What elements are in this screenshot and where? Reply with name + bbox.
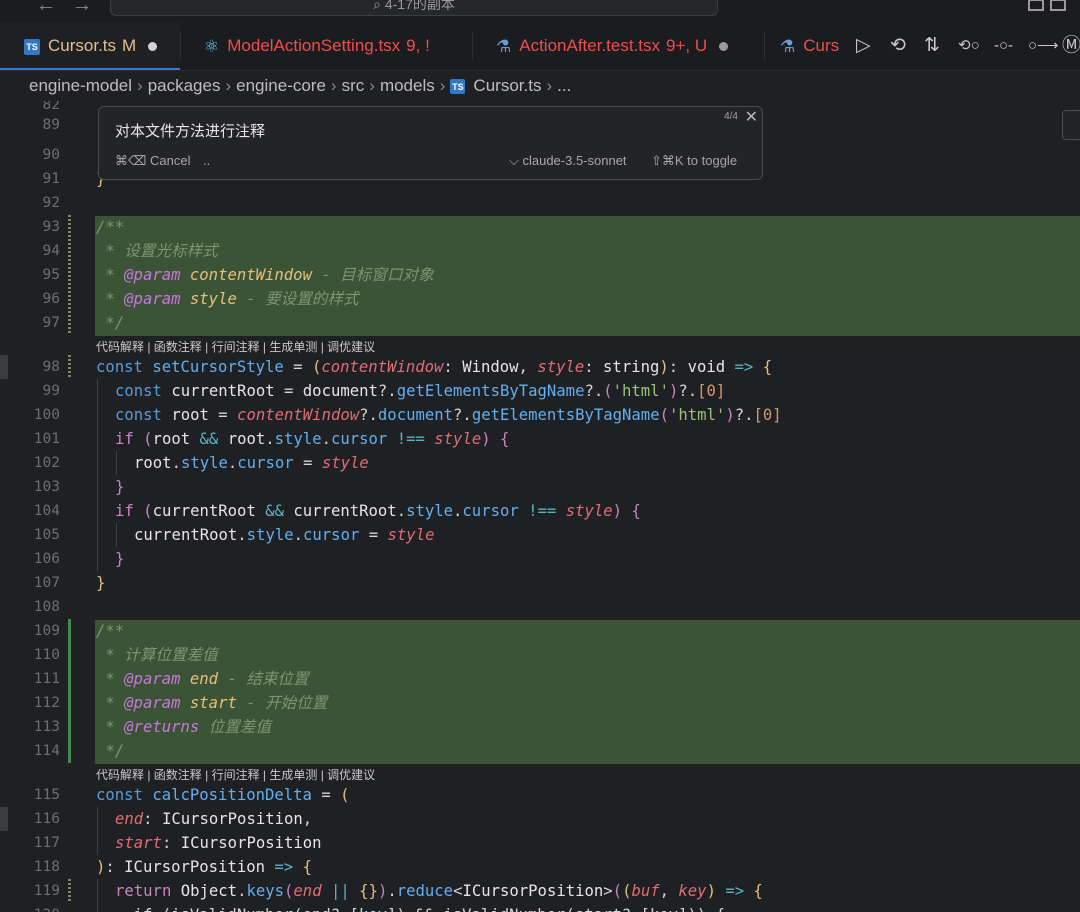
cancel-button[interactable]: ⌘⌫ Cancel [115, 153, 190, 169]
typescript-icon: TS [24, 38, 40, 55]
chevron-right-icon: › [439, 76, 446, 95]
chevron-right-icon: › [330, 76, 337, 95]
breadcrumb-item[interactable]: models [380, 76, 435, 95]
code-line: 118): ICursorPosition => { [33, 858, 312, 876]
git-added-marker[interactable] [68, 619, 71, 643]
code-line: 102 root.style.cursor = style [33, 454, 369, 472]
code-line: 92 [42, 195, 60, 211]
git-added-marker[interactable] [68, 739, 71, 763]
code-line: 112 * @param start - 开始位置 [0, 691, 1080, 715]
code-line: 96 * @param style - 要设置的样式 [0, 287, 1080, 311]
toggle-shortcut-hint: ⇧⌘K to toggle [651, 153, 738, 168]
sidebar-layout-icon[interactable] [1050, 0, 1066, 11]
code-line: 111 * @param end - 结束位置 [0, 667, 1080, 691]
code-line: 110 * 计算位置差值 [0, 643, 1080, 667]
side-widget-chip[interactable] [1062, 110, 1080, 140]
code-line: 97 */ [0, 311, 1080, 335]
breadcrumb-item[interactable]: Cursor.ts [473, 76, 541, 95]
compare-changes-icon[interactable]: ⇅ [924, 34, 940, 58]
chevron-right-icon: › [546, 76, 553, 95]
model-selector[interactable]: ⌵ claude-3.5-sonnet [509, 153, 627, 169]
code-line: 101 if (root && root.style.cursor !== sty… [33, 430, 510, 448]
git-modified-marker[interactable] [68, 239, 71, 263]
breadcrumb-item[interactable]: packages [148, 76, 221, 95]
code-line: 108 [33, 599, 60, 615]
code-line: 114 */ [0, 739, 1080, 763]
code-line: 119 return Object.keys(end || {}).reduce<… [0, 879, 1080, 903]
git-added-marker[interactable] [68, 715, 71, 739]
code-line: 109/** [0, 619, 1080, 643]
code-editor[interactable]: 82 89 90 91} 92 93/** 94 * 设置光标样式 95 * @… [0, 101, 1080, 912]
code-line: 98 const setCursorStyle = (contentWindow:… [0, 355, 1080, 379]
breadcrumb-item[interactable]: ... [557, 76, 571, 95]
go-back-change-icon[interactable]: ⟲○ [958, 34, 980, 58]
code-line: 103} [33, 478, 125, 496]
tab-label: Curs [803, 36, 840, 55]
unsaved-dot-icon[interactable] [719, 42, 729, 52]
command-center-search[interactable]: ⌕ 4-17的副本 [110, 0, 718, 16]
code-line: 116 end: ICursorPosition, [33, 810, 322, 828]
forward-arrow-icon[interactable]: → [72, 0, 92, 17]
timeline-icon[interactable]: ⟲ [890, 34, 906, 58]
code-line: 105 currentRoot.style.cursor = style [33, 526, 435, 544]
close-icon[interactable]: ✕ [745, 107, 758, 127]
code-line: 117 start: ICursorPosition [33, 834, 322, 852]
inline-ai-prompt-popup[interactable]: 对本文件方法进行注释 4/4 ✕ ⌘⌫ Cancel .. ⌵ claude-3… [98, 106, 763, 180]
git-modified-marker[interactable] [68, 287, 71, 311]
chevron-right-icon: › [137, 76, 143, 95]
prompt-text[interactable]: 对本文件方法进行注释 [115, 120, 265, 141]
code-line: 104 if (currentRoot && currentRoot.style.… [33, 502, 641, 520]
tab-label: Cursor.ts [48, 36, 117, 55]
tab-problem-badge: 9+, U [666, 36, 708, 55]
tab-cursor-ts[interactable]: TS Cursor.ts M [0, 22, 180, 70]
unsaved-dot-icon[interactable] [148, 42, 158, 52]
git-added-marker[interactable] [68, 643, 71, 667]
git-added-marker[interactable] [68, 691, 71, 715]
code-line: 113 * @returns 位置差值 [0, 715, 1080, 739]
git-modified-marker[interactable] [68, 263, 71, 287]
code-line: 120 if (isValidNumber(end?.[key]) && isV… [0, 903, 1080, 912]
commit-icon[interactable]: -○- [994, 34, 1013, 58]
tab-label: ActionAfter.test.tsx [519, 36, 661, 55]
git-modified-marker[interactable] [68, 879, 71, 903]
tab-label: ModelActionSetting.tsx [227, 36, 401, 55]
panel-layout-icon[interactable] [1028, 0, 1044, 11]
code-line: 99 const currentRoot = document?.getEleme… [42, 382, 726, 400]
code-line: 95 * @param contentWindow - 目标窗口对象 [0, 263, 1080, 287]
code-line: 115 const calcPositionDelta = ( [33, 786, 350, 804]
code-line: 106} [33, 550, 125, 568]
code-line: 93/** [0, 215, 1080, 239]
code-line: 100 const root = contentWindow?.document?… [33, 406, 782, 424]
breadcrumb-item[interactable]: engine-core [236, 76, 326, 95]
tab-curs[interactable]: ⚗ Curs [764, 22, 854, 70]
breadcrumb: engine-model › packages › engine-core › src › mo… [0, 71, 1080, 101]
flask-icon: ⚗ [496, 36, 512, 56]
code-line: 107} [33, 574, 106, 592]
editor-actions: ▷ ⟲ ⇅ ⟲○ -○- ○⟶ Ⓜ [852, 22, 1080, 70]
run-icon[interactable]: ▷ [856, 34, 871, 58]
title-bar: ← → ⌕ 4-17的副本 [0, 0, 1080, 22]
tab-modelactionsetting-tsx[interactable]: ⚛ ModelActionSetting.tsx 9, ! [180, 22, 472, 70]
layout-toggle-icons[interactable] [1022, 0, 1072, 12]
breadcrumb-item[interactable]: engine-model [29, 76, 132, 95]
tab-actionafter-test-tsx[interactable]: ⚗ ActionAfter.test.tsx 9+, U [472, 22, 764, 70]
tab-git-badge: M [122, 36, 137, 55]
loading-indicator: .. [203, 153, 211, 168]
breadcrumb-item[interactable]: src [342, 76, 365, 95]
chevron-right-icon: › [369, 76, 375, 95]
react-icon: ⚛ [204, 36, 220, 56]
markdown-preview-icon[interactable]: Ⓜ [1062, 34, 1080, 58]
typescript-icon: TS [450, 79, 466, 95]
go-forward-change-icon[interactable]: ○⟶ [1028, 34, 1059, 58]
git-modified-marker[interactable] [68, 355, 71, 379]
git-modified-marker[interactable] [68, 215, 71, 239]
tab-problem-badge: 9, ! [406, 36, 430, 55]
git-modified-marker[interactable] [68, 311, 71, 335]
prompt-history-counter: 4/4 [724, 111, 738, 122]
back-arrow-icon[interactable]: ← [36, 0, 56, 17]
flask-icon: ⚗ [780, 36, 796, 56]
chevron-right-icon: › [225, 76, 232, 95]
code-line: 94 * 设置光标样式 [0, 239, 1080, 263]
git-added-marker[interactable] [68, 667, 71, 691]
